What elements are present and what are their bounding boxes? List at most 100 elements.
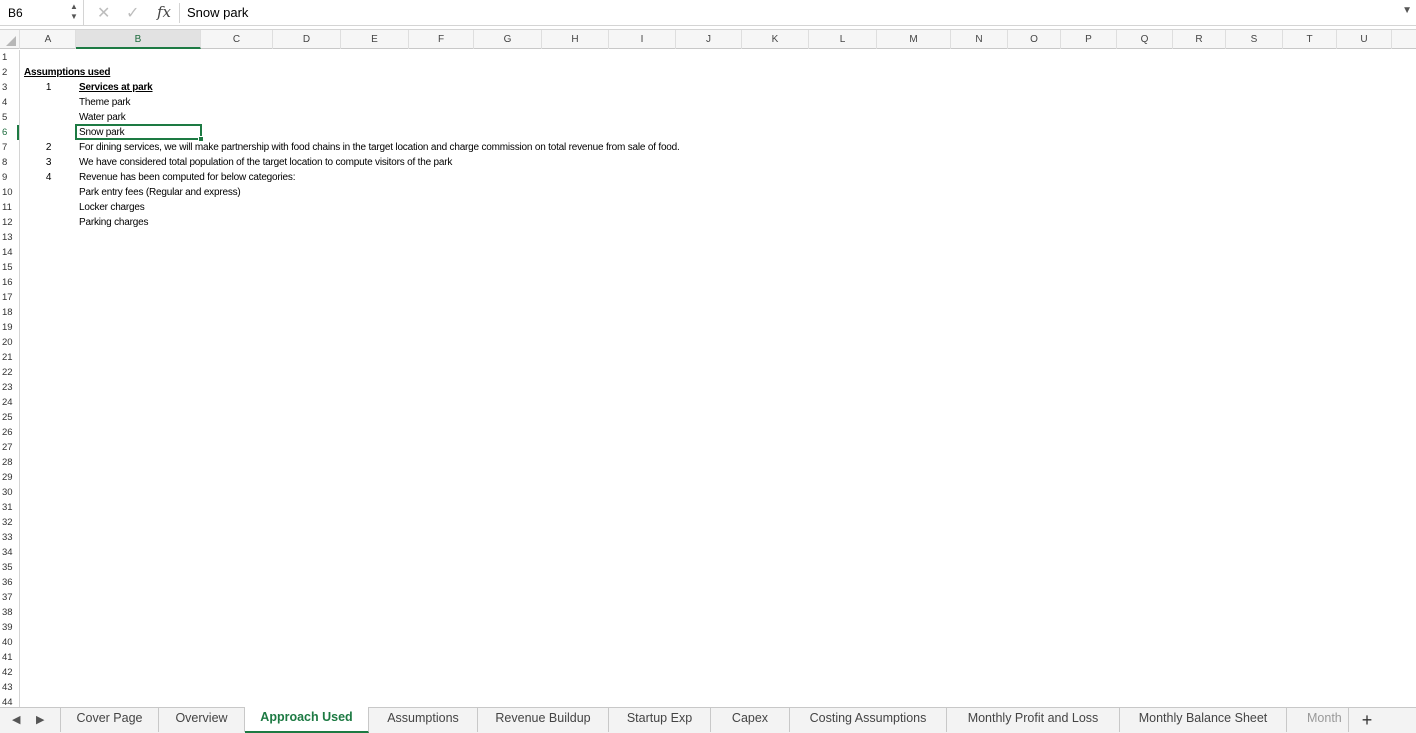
row-header[interactable]: 38 bbox=[0, 605, 19, 620]
row-header[interactable]: 28 bbox=[0, 455, 19, 470]
row-header[interactable]: 33 bbox=[0, 530, 19, 545]
name-box-stepper-icon[interactable]: ▲ ▼ bbox=[70, 2, 78, 22]
row-header[interactable]: 7 bbox=[0, 140, 19, 155]
row-header[interactable]: 21 bbox=[0, 350, 19, 365]
row-header[interactable]: 24 bbox=[0, 395, 19, 410]
row-header[interactable]: 8 bbox=[0, 155, 19, 170]
column-header[interactable]: R bbox=[1173, 30, 1226, 49]
cell-A9[interactable]: 4 bbox=[21, 170, 76, 185]
cell-A2[interactable]: Assumptions used bbox=[24, 65, 110, 80]
cell-B10[interactable]: Park entry fees (Regular and express) bbox=[79, 185, 241, 200]
tab-cover-page[interactable]: Cover Page bbox=[60, 708, 159, 732]
row-header[interactable]: 37 bbox=[0, 590, 19, 605]
row-header[interactable]: 13 bbox=[0, 230, 19, 245]
prev-sheet-icon[interactable]: ◀ bbox=[12, 713, 20, 726]
cell-grid[interactable]: Assumptions used 1 Services at park Them… bbox=[21, 50, 1416, 707]
row-header[interactable]: 35 bbox=[0, 560, 19, 575]
cell-B4[interactable]: Theme park bbox=[79, 95, 131, 110]
row-header[interactable]: 42 bbox=[0, 665, 19, 680]
column-header[interactable]: T bbox=[1283, 30, 1337, 49]
column-header[interactable]: E bbox=[341, 30, 409, 49]
row-header[interactable]: 26 bbox=[0, 425, 19, 440]
row-header[interactable]: 25 bbox=[0, 410, 19, 425]
close-icon[interactable]: ✕ bbox=[97, 3, 110, 23]
column-header[interactable]: A bbox=[21, 30, 76, 49]
column-header[interactable]: I bbox=[609, 30, 676, 49]
column-header[interactable]: F bbox=[409, 30, 474, 49]
row-header[interactable]: 41 bbox=[0, 650, 19, 665]
cell-A3[interactable]: 1 bbox=[21, 80, 76, 95]
name-box[interactable]: B6 ▲ ▼ bbox=[0, 0, 84, 26]
row-header[interactable]: 18 bbox=[0, 305, 19, 320]
tab-startup-exp[interactable]: Startup Exp bbox=[609, 708, 711, 732]
row-header[interactable]: 6 bbox=[0, 125, 19, 140]
next-sheet-icon[interactable]: ▶ bbox=[36, 713, 44, 726]
cell-B9[interactable]: Revenue has been computed for below cate… bbox=[79, 170, 296, 185]
tab-costing-assumptions[interactable]: Costing Assumptions bbox=[790, 708, 947, 732]
row-header[interactable]: 2 bbox=[0, 65, 19, 80]
row-header[interactable]: 32 bbox=[0, 515, 19, 530]
cell-A7[interactable]: 2 bbox=[21, 140, 76, 155]
column-header[interactable]: H bbox=[542, 30, 609, 49]
row-header[interactable]: 5 bbox=[0, 110, 19, 125]
row-header[interactable]: 4 bbox=[0, 95, 19, 110]
row-header[interactable]: 43 bbox=[0, 680, 19, 695]
column-header[interactable]: L bbox=[809, 30, 877, 49]
check-icon[interactable]: ✓ bbox=[126, 3, 139, 23]
add-sheet-icon[interactable]: + bbox=[1356, 709, 1378, 731]
tab-monthly-balance-sheet[interactable]: Monthly Balance Sheet bbox=[1120, 708, 1287, 732]
row-header[interactable]: 1 bbox=[0, 50, 19, 65]
column-header[interactable]: G bbox=[474, 30, 542, 49]
column-header[interactable]: O bbox=[1008, 30, 1061, 49]
cell-B5[interactable]: Water park bbox=[79, 110, 126, 125]
cell-B3[interactable]: Services at park bbox=[79, 80, 153, 95]
column-header[interactable]: D bbox=[273, 30, 341, 49]
row-header[interactable]: 29 bbox=[0, 470, 19, 485]
formula-input[interactable]: Snow park bbox=[187, 5, 248, 20]
tab-month-truncated[interactable]: Month bbox=[1287, 708, 1349, 732]
tab-revenue-buildup[interactable]: Revenue Buildup bbox=[478, 708, 609, 732]
row-header[interactable]: 23 bbox=[0, 380, 19, 395]
row-header[interactable]: 19 bbox=[0, 320, 19, 335]
row-header[interactable]: 36 bbox=[0, 575, 19, 590]
row-header[interactable]: 11 bbox=[0, 200, 19, 215]
row-header[interactable]: 16 bbox=[0, 275, 19, 290]
tab-approach-used[interactable]: Approach Used bbox=[245, 707, 369, 733]
tab-overview[interactable]: Overview bbox=[159, 708, 245, 732]
column-header[interactable]: S bbox=[1226, 30, 1283, 49]
column-header[interactable]: P bbox=[1061, 30, 1117, 49]
tab-assumptions[interactable]: Assumptions bbox=[369, 708, 478, 732]
function-icon[interactable]: fx bbox=[157, 3, 171, 21]
cell-B8[interactable]: We have considered total population of t… bbox=[79, 155, 452, 170]
cell-A8[interactable]: 3 bbox=[21, 155, 76, 170]
row-header[interactable]: 9 bbox=[0, 170, 19, 185]
column-header[interactable]: M bbox=[877, 30, 951, 49]
row-header[interactable]: 27 bbox=[0, 440, 19, 455]
column-header[interactable]: C bbox=[201, 30, 273, 49]
cell-B11[interactable]: Locker charges bbox=[79, 200, 145, 215]
fill-handle[interactable] bbox=[198, 136, 204, 142]
row-header[interactable]: 44 bbox=[0, 695, 19, 707]
row-header[interactable]: 39 bbox=[0, 620, 19, 635]
row-header[interactable]: 34 bbox=[0, 545, 19, 560]
name-box-value[interactable]: B6 bbox=[8, 6, 23, 20]
column-header[interactable]: N bbox=[951, 30, 1008, 49]
row-header[interactable]: 22 bbox=[0, 365, 19, 380]
select-all-corner[interactable] bbox=[0, 30, 20, 49]
row-header[interactable]: 31 bbox=[0, 500, 19, 515]
column-header[interactable]: K bbox=[742, 30, 809, 49]
row-header[interactable]: 20 bbox=[0, 335, 19, 350]
row-header[interactable]: 17 bbox=[0, 290, 19, 305]
chevron-down-icon[interactable]: ▼ bbox=[1402, 5, 1412, 16]
cell-B12[interactable]: Parking charges bbox=[79, 215, 148, 230]
tab-monthly-profit-and-loss[interactable]: Monthly Profit and Loss bbox=[947, 708, 1120, 732]
row-header[interactable]: 14 bbox=[0, 245, 19, 260]
column-header[interactable]: U bbox=[1337, 30, 1392, 49]
column-header[interactable]: J bbox=[676, 30, 742, 49]
row-header[interactable]: 12 bbox=[0, 215, 19, 230]
cell-B7[interactable]: For dining services, we will make partne… bbox=[79, 140, 680, 155]
row-header[interactable]: 3 bbox=[0, 80, 19, 95]
column-header[interactable]: Q bbox=[1117, 30, 1173, 49]
row-header[interactable]: 10 bbox=[0, 185, 19, 200]
tab-capex[interactable]: Capex bbox=[711, 708, 790, 732]
